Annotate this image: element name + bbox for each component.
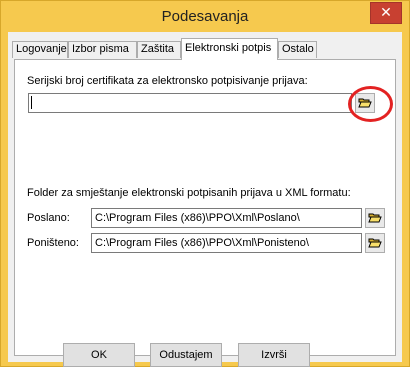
ok-button[interactable]: OK <box>63 343 135 367</box>
title-bar[interactable]: Podesavanja ✕ <box>1 1 409 31</box>
tab-izbor-pisma[interactable]: Izbor pisma <box>68 41 137 58</box>
sent-folder-browse-button[interactable] <box>365 208 385 228</box>
tab-panel-elektronski-potpis: Serijski broj certifikata za elektronsko… <box>14 59 396 367</box>
cancelled-folder-browse-button[interactable] <box>365 233 385 253</box>
folder-open-icon <box>368 238 382 248</box>
highlight-circle <box>348 86 393 122</box>
folder-open-icon <box>368 213 382 223</box>
dialog-body: Logovanje Izbor pisma Zaštita Elektronsk… <box>8 32 402 367</box>
cancelled-folder-label: Poništeno: <box>27 237 79 249</box>
window-title: Podesavanja <box>161 8 249 25</box>
execute-button[interactable]: Izvrši <box>238 343 310 367</box>
settings-dialog: Podesavanja ✕ Logovanje Izbor pisma Zašt… <box>0 0 410 367</box>
text-caret <box>31 96 32 109</box>
cancelled-folder-input[interactable]: C:\Program Files (x86)\PPO\Xml\Ponisteno… <box>91 233 362 253</box>
certificate-serial-input[interactable] <box>28 93 352 113</box>
folders-heading: Folder za smještanje elektronski potpisa… <box>27 187 351 199</box>
tab-elektronski-potpis[interactable]: Elektronski potpis <box>181 38 278 60</box>
tab-logovanje[interactable]: Logovanje <box>12 41 68 58</box>
sent-folder-label: Poslano: <box>27 212 70 224</box>
tab-zastita[interactable]: Zaštita <box>137 41 181 58</box>
sent-folder-input[interactable]: C:\Program Files (x86)\PPO\Xml\Poslano\ <box>91 208 362 228</box>
tab-ostalo[interactable]: Ostalo <box>278 41 317 58</box>
cancel-button[interactable]: Odustajem <box>150 343 222 367</box>
certificate-label: Serijski broj certifikata za elektronsko… <box>27 75 308 87</box>
close-button[interactable]: ✕ <box>370 2 402 24</box>
